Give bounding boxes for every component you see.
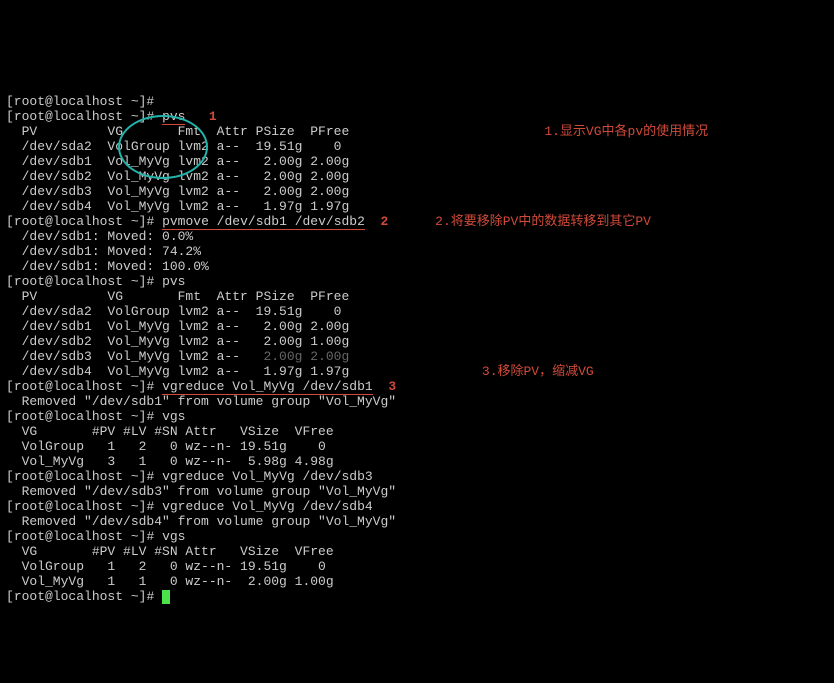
- marker-3: 3: [388, 379, 396, 394]
- watermark-text: 2.00g 2.00g: [263, 349, 349, 364]
- pvs-row: /dev/sdb3 Vol_MyVg lvm2 a-- 2.00g 2.00g: [6, 349, 349, 364]
- pvs-row: /dev/sdb2 Vol_MyVg lvm2 a-- 2.00g 2.00g: [6, 169, 349, 184]
- cmd-vgs-1: vgs: [162, 409, 185, 424]
- marker-2: 2: [381, 214, 389, 229]
- pvs-row: /dev/sdb2 Vol_MyVg lvm2 a-- 2.00g 1.00g: [6, 334, 349, 349]
- cmd-vgreduce-3: vgreduce Vol_MyVg /dev/sdb4: [162, 499, 373, 514]
- prompt-line: [root@localhost ~]# vgreduce Vol_MyVg /d…: [6, 469, 373, 484]
- cmd-vgs-2: vgs: [162, 529, 185, 544]
- cmd-pvs-1: pvs: [162, 109, 185, 125]
- annotation-2: 2.将要移除PV中的数据转移到其它PV: [435, 214, 651, 229]
- pvmove-progress: /dev/sdb1: Moved: 100.0%: [6, 259, 209, 274]
- annotation-1: 1.显示VG中各pv的使用情况: [544, 124, 708, 139]
- pvs-header: PV VG Fmt Attr PSize PFree: [6, 124, 349, 139]
- cmd-pvs-2: pvs: [162, 274, 185, 289]
- prompt-line: [root@localhost ~]# vgs: [6, 409, 185, 424]
- vgreduce-output: Removed "/dev/sdb1" from volume group "V…: [6, 394, 396, 409]
- prompt-line: [root@localhost ~]# pvs: [6, 274, 185, 289]
- prompt-line: [root@localhost ~]#: [6, 94, 154, 109]
- cursor[interactable]: [162, 590, 170, 604]
- prompt-line: [root@localhost ~]#: [6, 589, 170, 604]
- cmd-vgreduce-1: vgreduce Vol_MyVg /dev/sdb1: [162, 379, 373, 395]
- pvmove-progress: /dev/sdb1: Moved: 0.0%: [6, 229, 193, 244]
- prompt-line: [root@localhost ~]# vgs: [6, 529, 185, 544]
- vgreduce-output: Removed "/dev/sdb3" from volume group "V…: [6, 484, 396, 499]
- pvs-header: PV VG Fmt Attr PSize PFree: [6, 289, 349, 304]
- vgs-row: VolGroup 1 2 0 wz--n- 19.51g 0: [6, 559, 326, 574]
- annotation-3: 3.移除PV，缩减VG: [482, 364, 594, 379]
- vgs-row: VolGroup 1 2 0 wz--n- 19.51g 0: [6, 439, 326, 454]
- pvs-row: /dev/sda2 VolGroup lvm2 a-- 19.51g 0: [6, 139, 341, 154]
- vgs-row: Vol_MyVg 3 1 0 wz--n- 5.98g 4.98g: [6, 454, 334, 469]
- pvs-row: /dev/sdb1 Vol_MyVg lvm2 a-- 2.00g 2.00g: [6, 319, 349, 334]
- pvs-row: /dev/sda2 VolGroup lvm2 a-- 19.51g 0: [6, 304, 341, 319]
- pvs-row: /dev/sdb3 Vol_MyVg lvm2 a-- 2.00g 2.00g: [6, 184, 349, 199]
- prompt-line: [root@localhost ~]# pvmove /dev/sdb1 /de…: [6, 214, 388, 230]
- vgreduce-output: Removed "/dev/sdb4" from volume group "V…: [6, 514, 396, 529]
- vgs-header: VG #PV #LV #SN Attr VSize VFree: [6, 424, 334, 439]
- prompt-line: [root@localhost ~]# vgreduce Vol_MyVg /d…: [6, 499, 373, 514]
- pvs-row: /dev/sdb4 Vol_MyVg lvm2 a-- 1.97g 1.97g: [6, 199, 349, 214]
- pvs-row: /dev/sdb1 Vol_MyVg lvm2 a-- 2.00g 2.00g: [6, 154, 349, 169]
- prompt-line: [root@localhost ~]# pvs 1: [6, 109, 217, 125]
- terminal[interactable]: [root@localhost ~]# [root@localhost ~]# …: [0, 75, 834, 608]
- marker-1: 1: [209, 109, 217, 124]
- pvmove-progress: /dev/sdb1: Moved: 74.2%: [6, 244, 201, 259]
- cmd-vgreduce-2: vgreduce Vol_MyVg /dev/sdb3: [162, 469, 373, 484]
- pvs-row: /dev/sdb4 Vol_MyVg lvm2 a-- 1.97g 1.97g: [6, 364, 349, 379]
- prompt-line: [root@localhost ~]# vgreduce Vol_MyVg /d…: [6, 379, 396, 395]
- vgs-header: VG #PV #LV #SN Attr VSize VFree: [6, 544, 334, 559]
- cmd-pvmove: pvmove /dev/sdb1 /dev/sdb2: [162, 214, 365, 230]
